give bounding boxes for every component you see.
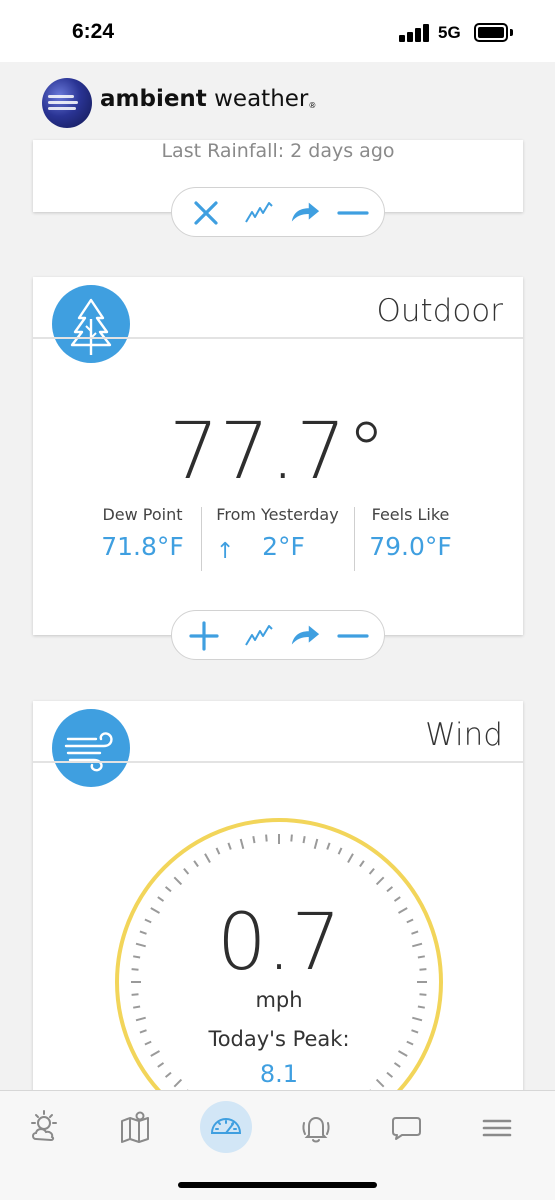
gauge-tick [193,860,199,868]
dashboard-icon [210,1118,242,1134]
outdoor-temperature: 77.7° [169,407,387,497]
gauge-tick [227,842,232,850]
share-icon[interactable] [289,620,321,652]
stat-value: 71.8°F [101,532,184,561]
gauge-tick [252,836,256,844]
gauge-tick [183,867,190,875]
stat-label: Dew Point [102,505,183,524]
gauge-tick [290,834,293,842]
divider [33,761,523,763]
wind-unit: mph [255,988,303,1012]
collapse-icon[interactable] [337,620,369,652]
gauge-tick [412,1016,423,1022]
outdoor-card-controls [171,610,385,660]
gauge-tick [368,867,375,875]
gauge-tick [215,847,221,855]
gauge-tick [204,853,211,863]
gauge-tick [375,876,385,886]
nav-alerts[interactable] [290,1101,342,1153]
nav-map[interactable] [109,1101,161,1153]
feels-like-stat: Feels Like 79.0°F [334,505,487,561]
battery-cap [510,29,513,36]
stat-label: From Yesterday [216,505,339,524]
outdoor-card: Outdoor 77.7° Dew Point 71.8°F From Yest… [33,277,523,635]
stat-value: 79.0°F [369,532,452,561]
gauge-tick [302,836,306,844]
app-header: ambient weather® [0,62,555,140]
registered-mark: ® [308,101,317,110]
gauge-tick [347,853,354,863]
gauge-tick [359,860,365,868]
trend-up-icon: ↑ [216,539,235,564]
card-title: Outdoor [376,293,503,329]
nav-messages[interactable] [380,1101,432,1153]
wind-speed: 0.7 [216,898,342,988]
nav-menu[interactable] [471,1101,523,1153]
gauge-tick [164,886,172,893]
nav-forecast[interactable] [19,1101,71,1153]
gauge-tick [326,842,331,850]
gauge-tick [239,838,245,849]
status-time: 6:24 [72,20,115,43]
forecast-icon [31,1110,57,1142]
collapse-icon[interactable] [337,197,369,229]
gauge-tick [135,1016,146,1022]
map-icon [121,1111,149,1143]
battery-icon [474,23,508,42]
nav-dashboard[interactable] [200,1101,252,1153]
close-icon[interactable] [190,197,222,229]
brand-name-bold: ambient [100,86,207,112]
card-title: Wind [425,717,503,753]
gauge-tick [313,838,319,849]
gauge-tick [173,876,183,886]
gauge-tick [398,1050,408,1057]
messages-icon [392,1117,421,1140]
add-icon[interactable] [188,620,220,652]
gauge-tick [386,886,394,893]
brand-name: ambient weather® [100,86,316,112]
divider [33,337,523,339]
status-bar: 6:24 5G [0,0,555,62]
last-rainfall-text: Last Rainfall: 2 days ago [161,140,395,162]
gauge-tick [265,834,268,842]
network-type: 5G [438,23,461,42]
cell-signal-icon [399,24,431,42]
stat-label: Feels Like [371,505,450,524]
gauge-tick [337,847,343,855]
chart-icon[interactable] [243,620,275,652]
dew-point-stat: Dew Point 71.8°F [66,505,219,561]
brand-name-regular: weather [206,86,309,112]
ambient-weather-logo-icon [42,78,92,128]
share-icon[interactable] [289,197,321,229]
wind-peak-value: 8.1 [259,1060,299,1088]
rain-card-controls [171,187,385,237]
wind-icon [52,709,130,787]
home-indicator [178,1182,377,1188]
menu-icon [482,1119,512,1137]
gauge-tick [150,1050,160,1057]
wind-peak-label: Today's Peak: [208,1027,350,1051]
chart-icon[interactable] [243,197,275,229]
alerts-icon [302,1116,330,1143]
tree-icon [52,285,130,363]
